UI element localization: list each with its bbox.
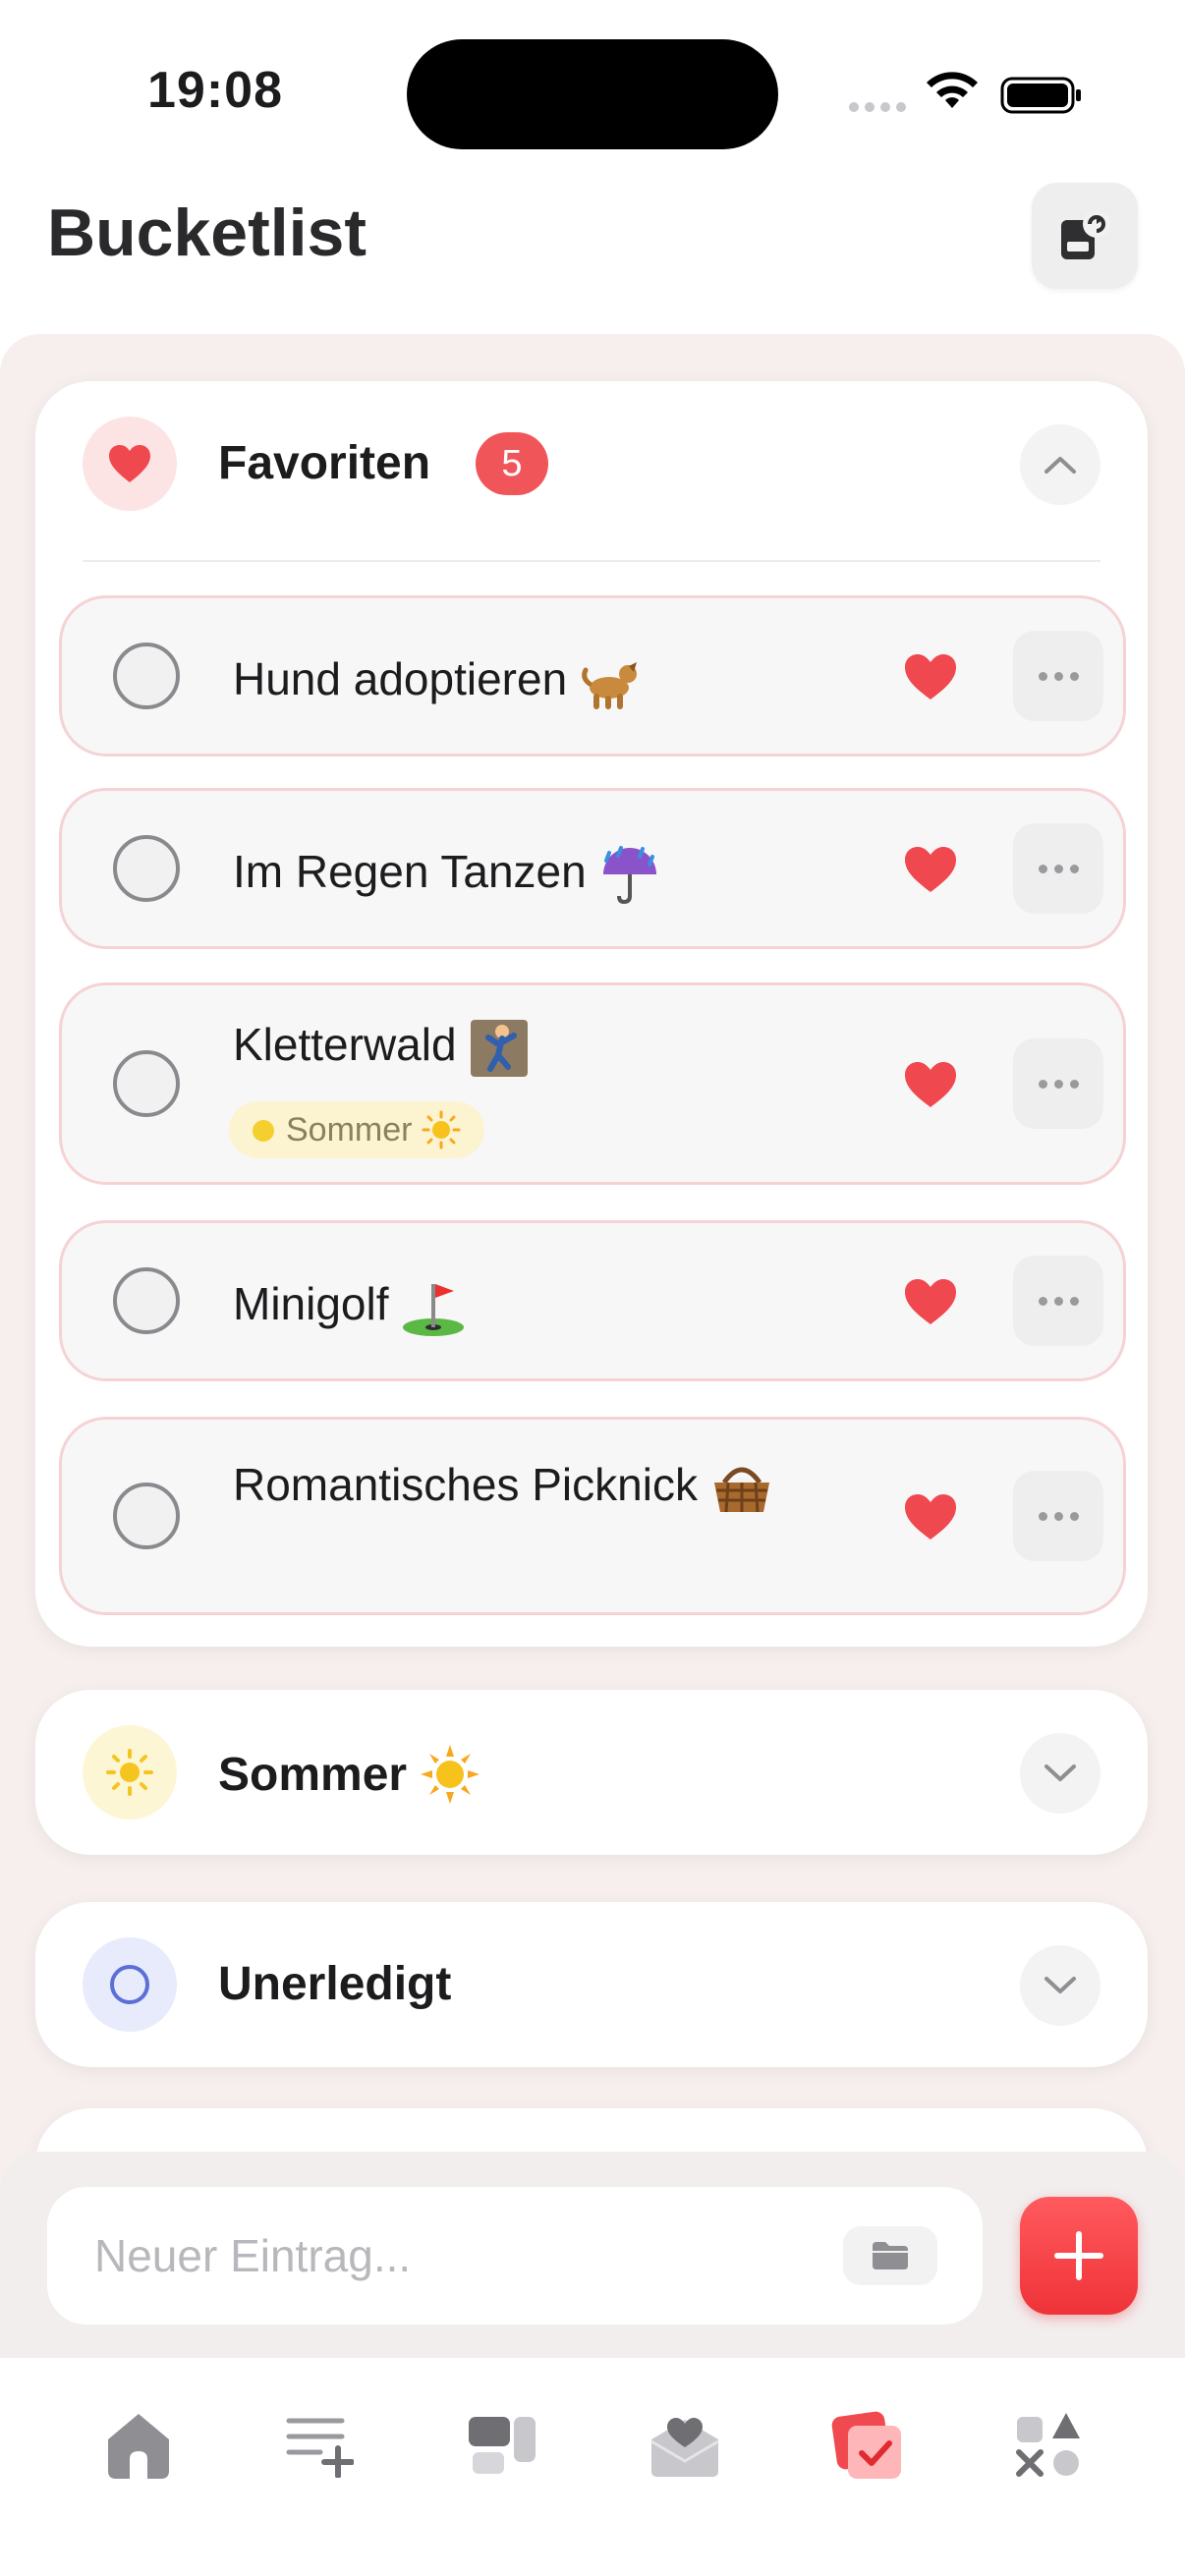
sommer-expand-button[interactable]	[1020, 1733, 1100, 1814]
bucket-item[interactable]: Romantisches Picknick	[59, 1417, 1126, 1615]
circle-icon	[110, 1965, 149, 2004]
signal-icon	[849, 102, 906, 112]
item-label: Kletterwald	[233, 1019, 457, 1070]
chevron-down-icon	[1044, 1977, 1076, 1993]
favorite-heart-icon[interactable]	[903, 1277, 958, 1326]
favorite-heart-icon[interactable]	[903, 1492, 958, 1541]
item-label: Minigolf	[233, 1278, 389, 1329]
games-shapes-icon	[1016, 2413, 1080, 2477]
favorites-card: Favoriten 5 Hund adoptieren Im Regen Tan…	[35, 381, 1148, 1647]
heart-mail-icon	[650, 2418, 719, 2477]
sommer-category-icon	[83, 1725, 177, 1820]
heart-icon	[109, 445, 150, 482]
bucket-item[interactable]: Kletterwald Sommer	[59, 982, 1126, 1185]
more-button[interactable]	[1013, 631, 1103, 721]
unerledigt-title: Unerledigt	[218, 1958, 452, 2010]
sync-archive-button[interactable]	[1032, 183, 1138, 289]
status-time: 19:08	[147, 62, 283, 119]
tab-widgets[interactable]	[458, 2401, 546, 2490]
tab-home[interactable]	[94, 2401, 183, 2490]
status-bar: 19:08	[0, 0, 1185, 177]
item-label: Im Regen Tanzen	[233, 846, 587, 897]
favorites-count-badge: 5	[476, 432, 548, 495]
favorites-title: Favoriten	[218, 437, 431, 489]
golf-flag-emoji-icon	[403, 1283, 465, 1336]
tab-bucketlist[interactable]	[823, 2401, 912, 2490]
tag-chip-sommer[interactable]: Sommer	[229, 1101, 485, 1158]
sun-emoji-icon	[422, 1110, 461, 1149]
favorite-heart-icon[interactable]	[903, 1060, 958, 1109]
unerledigt-category-icon	[83, 1937, 177, 2032]
tab-love-mail[interactable]	[641, 2401, 729, 2490]
item-checkbox[interactable]	[113, 1050, 180, 1117]
more-button[interactable]	[1013, 1471, 1103, 1561]
more-button[interactable]	[1013, 823, 1103, 914]
folder-icon	[873, 2242, 908, 2269]
list-add-icon	[286, 2418, 354, 2478]
more-button[interactable]	[1013, 1038, 1103, 1129]
divider	[83, 560, 1100, 562]
dynamic-island	[407, 39, 778, 149]
umbrella-rain-emoji-icon	[602, 845, 656, 904]
widgets-icon	[469, 2417, 536, 2474]
checklist-cards-icon	[831, 2411, 901, 2479]
sun-icon	[106, 1749, 153, 1796]
more-button[interactable]	[1013, 1256, 1103, 1346]
item-checkbox[interactable]	[113, 1267, 180, 1334]
sync-archive-icon	[1061, 210, 1110, 259]
chevron-up-icon	[1044, 457, 1076, 474]
tab-bar	[0, 2358, 1185, 2576]
bucket-item[interactable]: Im Regen Tanzen	[59, 788, 1126, 949]
item-label: Hund adoptieren	[233, 653, 568, 704]
climber-emoji-icon	[471, 1019, 529, 1077]
unerledigt-card[interactable]: Unerledigt	[35, 1902, 1148, 2067]
tab-games[interactable]	[1004, 2401, 1093, 2490]
unerledigt-expand-button[interactable]	[1020, 1945, 1100, 2026]
item-checkbox[interactable]	[113, 835, 180, 902]
page-title: Bucketlist	[47, 196, 367, 270]
bucket-item[interactable]: Minigolf	[59, 1220, 1126, 1381]
tab-add-list[interactable]	[275, 2401, 364, 2490]
item-label: Romantisches Picknick	[233, 1459, 698, 1510]
bucket-item[interactable]: Hund adoptieren	[59, 595, 1126, 756]
sommer-card[interactable]: Sommer	[35, 1690, 1148, 1855]
favorite-heart-icon[interactable]	[903, 652, 958, 701]
favorites-category-icon	[83, 417, 177, 511]
favorite-heart-icon[interactable]	[903, 845, 958, 894]
tag-label: Sommer	[286, 1110, 413, 1148]
folder-button[interactable]	[843, 2226, 937, 2285]
add-entry-button[interactable]	[1020, 2197, 1138, 2315]
chevron-down-icon	[1044, 1764, 1076, 1781]
battery-icon	[1000, 77, 1081, 114]
favorites-header[interactable]: Favoriten 5	[35, 381, 1148, 546]
home-icon	[108, 2414, 169, 2479]
basket-emoji-icon	[713, 1467, 769, 1512]
sun-emoji-icon	[421, 1745, 480, 1804]
item-checkbox[interactable]	[113, 1483, 180, 1549]
plus-icon	[1054, 2231, 1103, 2280]
sommer-title: Sommer	[218, 1748, 408, 1801]
favorites-collapse-button[interactable]	[1020, 424, 1100, 505]
wifi-icon	[927, 72, 978, 108]
dog-emoji-icon	[582, 661, 637, 709]
item-checkbox[interactable]	[113, 643, 180, 709]
